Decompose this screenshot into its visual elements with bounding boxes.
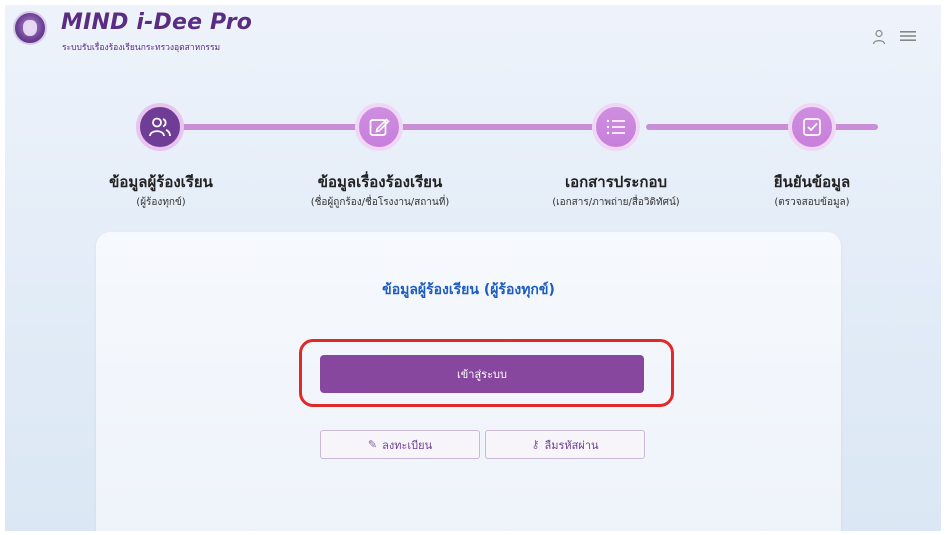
login-card: ข้อมูลผู้ร้องเรียน (ผู้ร้องทุกข์) เข้าสู… — [96, 232, 841, 531]
leaf-icon: ✎ — [367, 438, 378, 451]
key-icon: ⚷ — [531, 438, 540, 451]
step-4-title: ยืนยันข้อมูล — [773, 173, 851, 191]
step-4-circle[interactable] — [788, 103, 836, 151]
step-1-circle[interactable] — [136, 103, 184, 151]
forgot-password-button[interactable]: ⚷ ลืมรหัสผ่าน — [485, 430, 645, 459]
user-icon[interactable] — [872, 29, 890, 45]
step-2-circle[interactable] — [355, 103, 403, 151]
menu-icon[interactable] — [899, 29, 917, 45]
check-square-icon — [803, 118, 821, 136]
step-2-title: ข้อมูลเรื่องร้องเรียน — [317, 173, 443, 191]
ministry-logo — [13, 11, 47, 45]
list-icon — [606, 119, 625, 135]
step-3-subtitle: (เอกสาร/ภาพถ่าย/สื่อวิดิทัศน์) — [552, 197, 680, 208]
step-4-subtitle: (ตรวจสอบข้อมูล) — [774, 197, 850, 208]
step-2-subtitle: (ชื่อผู้ถูกร้อง/ชื่อโรงงาน/สถานที่) — [310, 197, 450, 208]
step-1-title: ข้อมูลผู้ร้องเรียน — [109, 173, 213, 191]
step-3-circle[interactable] — [592, 103, 640, 151]
step-connector-3 — [646, 124, 878, 130]
step-3-title: เอกสารประกอบ — [564, 173, 668, 191]
forgot-password-label: ลืมรหัสผ่าน — [544, 438, 599, 452]
register-button[interactable]: ✎ ลงทะเบียน — [320, 430, 480, 459]
step-connector-1 — [160, 124, 380, 130]
register-button-label: ลงทะเบียน — [382, 438, 433, 452]
card-title: ข้อมูลผู้ร้องเรียน (ผู้ร้องทุกข์) — [382, 282, 555, 298]
app-frame: MIND i-Dee Pro ระบบรับเรื่องร้องเรียนกระ… — [5, 5, 941, 531]
app-title: MIND i-Dee Pro — [61, 10, 253, 35]
users-icon — [149, 117, 171, 137]
edit-icon — [369, 118, 390, 136]
login-button[interactable]: เข้าสู่ระบบ — [320, 355, 644, 393]
app-subtitle: ระบบรับเรื่องร้องเรียนกระทรวงอุตสาหกรรม — [62, 43, 221, 53]
login-button-label: เข้าสู่ระบบ — [457, 368, 507, 381]
step-1-subtitle: (ผู้ร้องทุกข์) — [136, 197, 186, 208]
